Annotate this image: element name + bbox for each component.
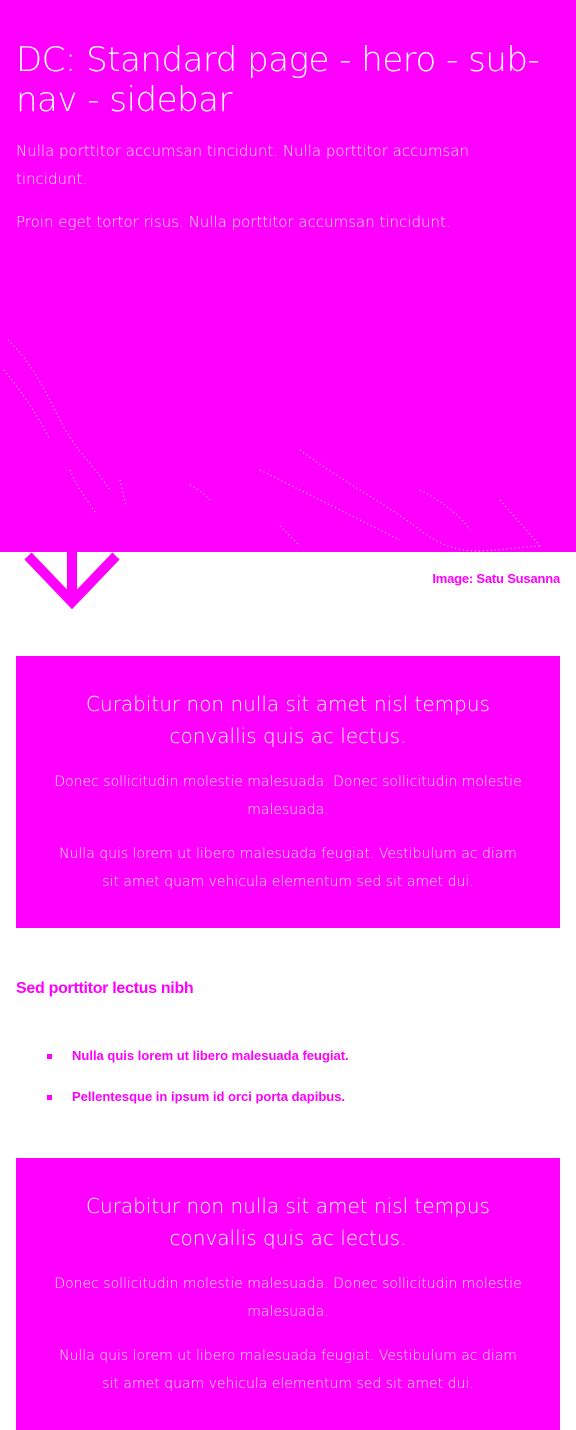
hero-intro-paragraph: Nulla porttitor accumsan tincidunt. Null…: [16, 142, 469, 188]
bullet-marker: [47, 1054, 52, 1059]
callout-paragraph: Nulla quis lorem ut libero malesuada feu…: [59, 1348, 517, 1392]
list-item: Nulla quis lorem ut libero malesuada feu…: [0, 1044, 576, 1085]
hero-banner: DC: Standard page - hero - sub-nav - sid…: [0, 0, 576, 552]
callout-box: Curabitur non nulla sit amet nisl tempus…: [16, 1158, 560, 1430]
bullet-list: Nulla quis lorem ut libero malesuada feu…: [0, 1044, 576, 1126]
callout-box: Curabitur non nulla sit amet nisl tempus…: [16, 656, 560, 928]
image-credit: Image: Satu Susanna: [432, 571, 560, 586]
list-item: Pellentesque in ipsum id orci porta dapi…: [0, 1085, 576, 1126]
arrow-down-icon[interactable]: [24, 552, 120, 612]
hero-intro-paragraph: Proin eget tortor risus. Nulla porttitor…: [16, 213, 451, 231]
page-title: DC: Standard page - hero - sub-nav - sid…: [16, 40, 540, 120]
callout-paragraph: Donec sollicitudin molestie malesuada. D…: [54, 774, 522, 818]
callout-heading: Curabitur non nulla sit amet nisl tempus…: [86, 1194, 490, 1250]
hero-image: [3, 339, 541, 552]
list-item-text: Nulla quis lorem ut libero malesuada feu…: [72, 1048, 349, 1063]
callout-paragraph: Nulla quis lorem ut libero malesuada feu…: [59, 846, 517, 890]
section-heading: Sed porttitor lectus nibh: [16, 980, 194, 997]
list-item-text: Pellentesque in ipsum id orci porta dapi…: [72, 1089, 346, 1104]
callout-paragraph: Donec sollicitudin molestie malesuada. D…: [54, 1276, 522, 1320]
bullet-marker: [47, 1095, 52, 1100]
callout-heading: Curabitur non nulla sit amet nisl tempus…: [86, 692, 490, 748]
